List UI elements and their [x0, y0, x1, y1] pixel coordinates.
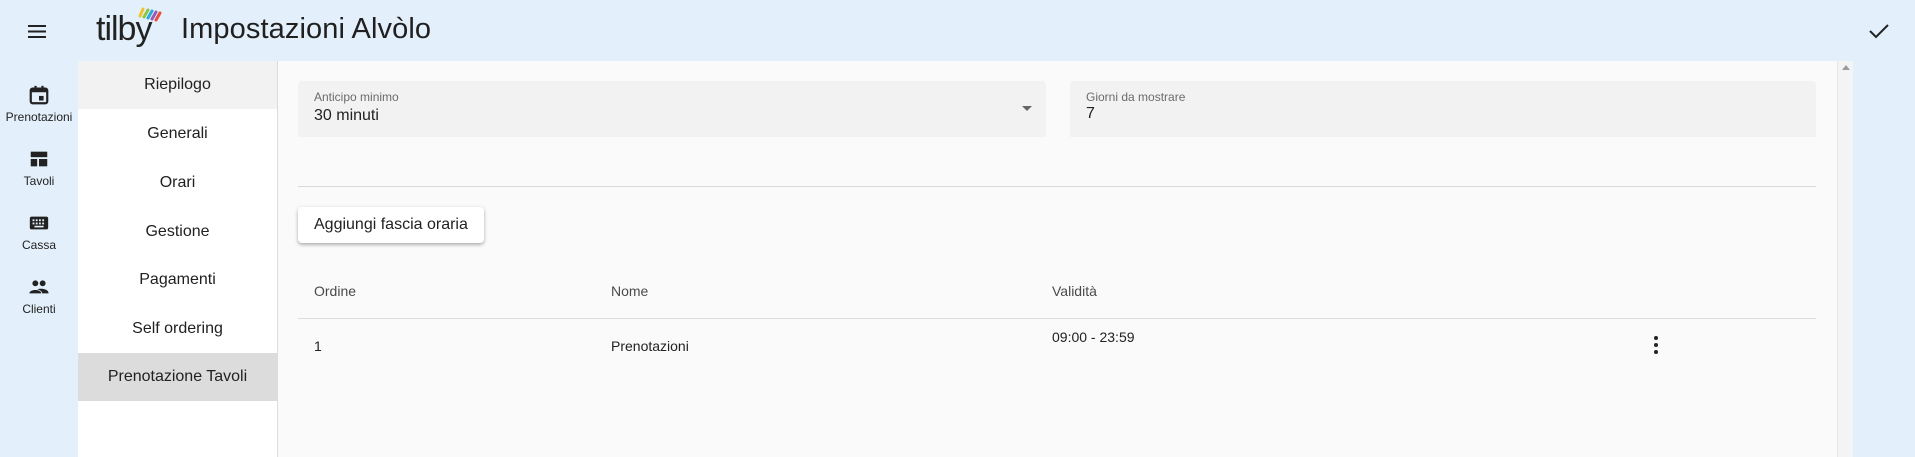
- cell-name: Prenotazioni: [611, 338, 689, 354]
- tilby-logo: tilby: [96, 7, 162, 48]
- settings-nav-item-orari[interactable]: Orari: [78, 159, 277, 207]
- settings-nav: Riepilogo Generali Orari Gestione Pagame…: [78, 61, 278, 457]
- column-header-ordine: Ordine: [314, 283, 357, 299]
- dashboard-icon: [30, 151, 48, 167]
- rail-item-tavoli[interactable]: Tavoli: [0, 142, 78, 198]
- keyboard-icon: [29, 216, 49, 230]
- people-icon: [29, 280, 49, 294]
- svg-text:tilby: tilby: [96, 10, 152, 48]
- calendar-icon: [29, 85, 49, 105]
- dropdown-arrow-icon: [1022, 106, 1032, 111]
- rail-label: Prenotazioni: [5, 110, 73, 124]
- scrollbar[interactable]: [1837, 61, 1853, 457]
- section-divider: [298, 186, 1816, 187]
- rail-label: Cassa: [21, 238, 56, 252]
- settings-nav-item-prenotazione-tavoli[interactable]: Prenotazione Tavoli: [78, 353, 277, 401]
- field-label: Giorni da mostrare: [1086, 90, 1186, 104]
- table-row[interactable]: 1 Prenotazioni 09:00 - 23:59: [298, 319, 1816, 371]
- scroll-up-arrow-icon[interactable]: [1842, 65, 1850, 70]
- rail-label: Clienti: [22, 302, 56, 316]
- cell-validity: 09:00 - 23:59: [1052, 329, 1135, 345]
- rail-item-clienti[interactable]: Clienti: [0, 270, 78, 326]
- nav-rail: Prenotazioni Tavoli Cassa Clienti: [0, 61, 78, 457]
- right-gutter: [1853, 61, 1915, 457]
- page-title: Impostazioni Alvòlo: [181, 13, 432, 45]
- rail-label: Tavoli: [23, 174, 55, 188]
- row-more-options-button[interactable]: [1646, 333, 1666, 357]
- check-icon: [1869, 24, 1889, 39]
- column-header-nome: Nome: [611, 283, 649, 299]
- settings-nav-item-self-ordering[interactable]: Self ordering: [78, 305, 277, 353]
- settings-nav-item-pagamenti[interactable]: Pagamenti: [78, 256, 277, 304]
- app-header: tilby Impostazioni Alvòlo: [0, 0, 1915, 61]
- column-header-validita: Validità: [1052, 283, 1097, 299]
- rail-item-cassa[interactable]: Cassa: [0, 206, 78, 262]
- more-vert-icon: [1654, 336, 1658, 340]
- settings-nav-item-riepilogo[interactable]: Riepilogo: [78, 61, 277, 109]
- min-advance-select[interactable]: Anticipo minimo 30 minuti: [298, 81, 1046, 137]
- settings-nav-item-gestione[interactable]: Gestione: [78, 208, 277, 256]
- add-time-slot-button[interactable]: Aggiungi fascia oraria: [298, 207, 484, 243]
- field-value: 30 minuti: [314, 107, 379, 124]
- confirm-button[interactable]: [1862, 14, 1896, 48]
- menu-icon: [28, 24, 46, 38]
- field-label: Anticipo minimo: [314, 90, 399, 104]
- days-to-show-field[interactable]: Giorni da mostrare 7: [1070, 81, 1816, 137]
- settings-nav-item-generali[interactable]: Generali: [78, 110, 277, 158]
- cell-order: 1: [314, 338, 322, 354]
- field-value: 7: [1086, 105, 1095, 122]
- menu-button[interactable]: [22, 16, 52, 46]
- rail-item-prenotazioni[interactable]: Prenotazioni: [0, 78, 78, 134]
